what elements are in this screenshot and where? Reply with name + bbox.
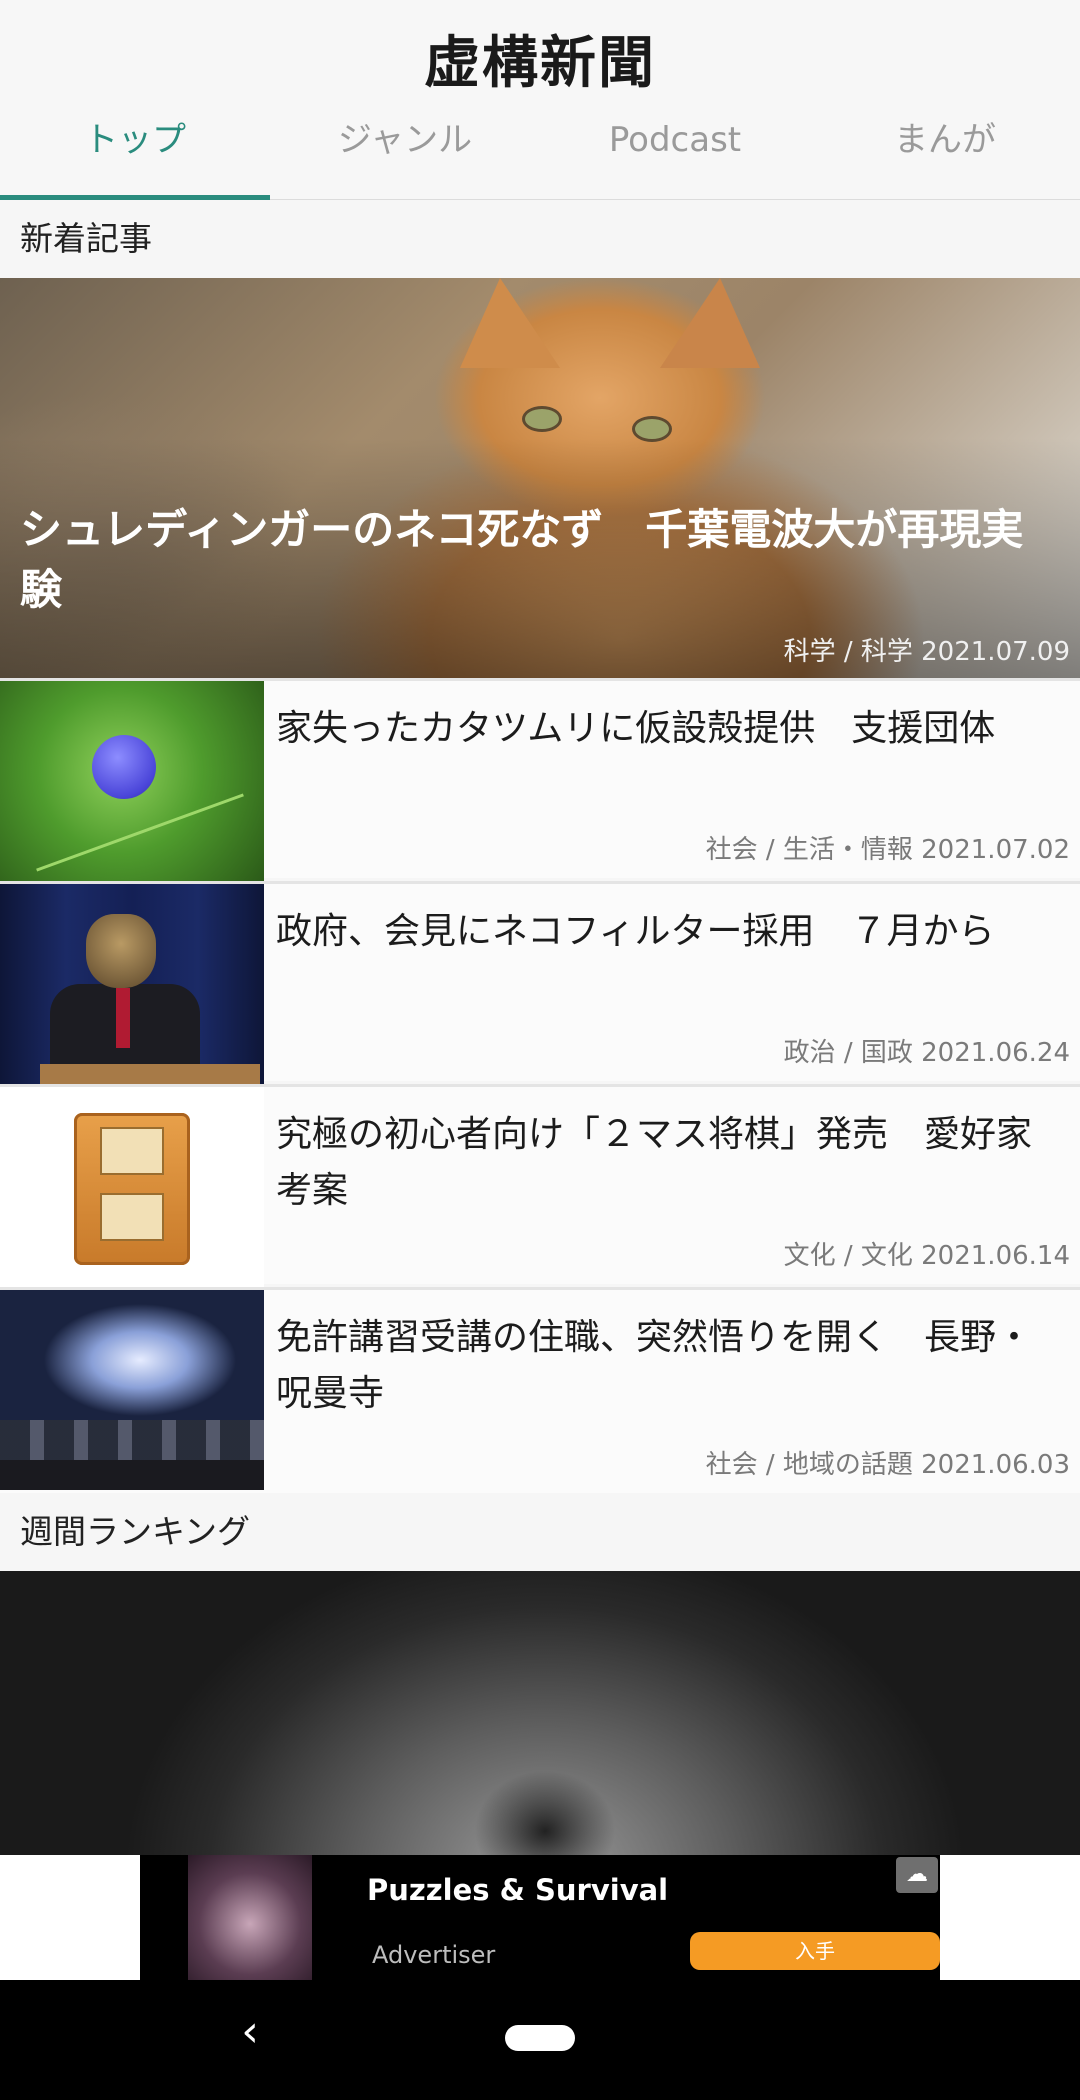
article-item[interactable]: 究極の初心者向け「２マス将棋」発売 愛好家考案 文化 / 文化 2021.06.… (0, 1084, 1080, 1287)
thumbnail-detail (0, 1460, 264, 1490)
tab-top[interactable]: トップ (0, 100, 270, 200)
article-title: 政府、会見にネコフィルター採用 ７月から (276, 911, 995, 952)
featured-title: シュレディンガーのネコ死なず 千葉電波大が再現実験 (20, 505, 1024, 614)
tab-bar: トップ ジャンル Podcast まんが (0, 100, 1080, 200)
thumbnail-detail (116, 988, 130, 1048)
thumbnail-detail (100, 1193, 164, 1241)
article-thumbnail (0, 1290, 264, 1490)
ad-choices-icon[interactable]: ☁ (896, 1857, 938, 1893)
section-header-new-articles: 新着記事 (0, 200, 1080, 278)
tab-genre[interactable]: ジャンル (270, 100, 540, 200)
thumbnail-detail (36, 793, 244, 872)
article-title: 免許講習受講の住職、突然悟りを開く 長野・呪曼寺 (276, 1317, 1033, 1414)
article-meta: 政治 / 国政 2021.06.24 (783, 1038, 1070, 1068)
featured-meta: 科学 / 科学 2021.07.09 (783, 637, 1070, 667)
article-meta: 社会 / 地域の話題 2021.06.03 (705, 1450, 1070, 1480)
hero-image-part (522, 406, 562, 432)
ad-advertiser: Advertiser (372, 1941, 496, 1969)
app-title: 虚構新聞 (424, 30, 656, 96)
system-nav-bar: ‹ (0, 1980, 1080, 2100)
app-header: 虚構新聞 トップ ジャンル Podcast まんが (0, 0, 1080, 200)
article-thumbnail (0, 681, 264, 881)
ad-install-button[interactable]: 入手 (690, 1932, 940, 1970)
ad-thumbnail[interactable] (188, 1855, 312, 1980)
article-title: 家失ったカタツムリに仮設殻提供 支援団体 (276, 708, 996, 749)
back-chevron-icon[interactable]: ‹ (220, 2002, 280, 2062)
article-item[interactable]: 免許講習受講の住職、突然悟りを開く 長野・呪曼寺 社会 / 地域の話題 2021… (0, 1287, 1080, 1493)
thumbnail-detail (40, 1064, 260, 1084)
featured-article[interactable]: シュレディンガーのネコ死なず 千葉電波大が再現実験 科学 / 科学 2021.0… (0, 278, 1080, 678)
article-thumbnail (0, 1087, 264, 1287)
section-header-weekly-ranking: 週間ランキング (0, 1493, 1080, 1571)
tab-manga[interactable]: まんが (810, 100, 1080, 200)
ad-title[interactable]: Puzzles & Survival (367, 1873, 668, 1907)
article-meta: 社会 / 生活・情報 2021.07.02 (705, 835, 1070, 865)
thumbnail-detail (92, 735, 156, 799)
article-title: 究極の初心者向け「２マス将棋」発売 愛好家考案 (276, 1114, 1033, 1211)
article-thumbnail (0, 884, 264, 1084)
thumbnail-detail (100, 1127, 164, 1175)
tab-podcast[interactable]: Podcast (540, 100, 810, 200)
article-item[interactable]: 政府、会見にネコフィルター採用 ７月から 政治 / 国政 2021.06.24 (0, 881, 1080, 1084)
home-pill-icon[interactable] (505, 2025, 575, 2051)
ad-banner[interactable]: Puzzles & Survival Advertiser 入手 ☁ (0, 1855, 1080, 1980)
ranking-article-image[interactable] (0, 1571, 1080, 1855)
hero-image-part (660, 278, 760, 368)
thumbnail-detail (74, 1113, 190, 1265)
hero-image-part (460, 278, 560, 368)
thumbnail-detail (0, 1420, 264, 1460)
ad-content[interactable]: Puzzles & Survival Advertiser 入手 ☁ (140, 1855, 940, 1980)
article-item[interactable]: 家失ったカタツムリに仮設殻提供 支援団体 社会 / 生活・情報 2021.07.… (0, 678, 1080, 881)
thumbnail-detail (86, 914, 156, 988)
article-meta: 文化 / 文化 2021.06.14 (783, 1241, 1070, 1271)
